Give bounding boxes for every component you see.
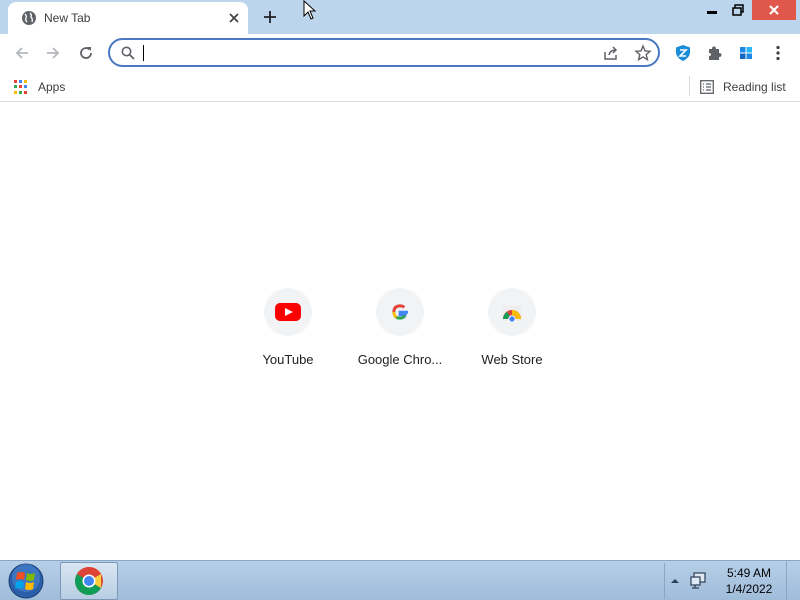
search-icon	[121, 46, 135, 60]
forward-arrow-icon	[47, 47, 60, 59]
mouse-cursor-icon	[303, 0, 317, 20]
shortcut-icon-tile	[264, 288, 312, 336]
extensions-button[interactable]	[702, 41, 726, 65]
share-icon[interactable]	[602, 44, 620, 62]
puzzle-icon	[709, 46, 722, 60]
reading-list-label: Reading list	[723, 80, 786, 94]
more-vertical-icon	[776, 45, 780, 61]
globe-icon	[22, 11, 36, 25]
minimize-button[interactable]	[700, 0, 724, 20]
tab-title: New Tab	[44, 11, 91, 25]
extension-shield-button[interactable]	[671, 41, 695, 65]
chrome-web-store-icon	[502, 306, 522, 322]
back-button[interactable]	[9, 40, 35, 66]
taskbar-clock[interactable]: 5:49 AM 1/4/2022	[714, 565, 784, 597]
window-close-button[interactable]	[752, 0, 796, 20]
tab-new-tab[interactable]: New Tab	[8, 2, 248, 34]
reload-icon	[80, 47, 92, 59]
tab-close-button[interactable]	[224, 8, 244, 28]
shortcut-google-chrome[interactable]: Google Chro...	[344, 288, 456, 378]
shortcut-web-store[interactable]: Web Store	[456, 288, 568, 378]
restore-button[interactable]	[726, 0, 750, 20]
shield-extension-icon	[676, 45, 690, 61]
chrome-icon	[75, 567, 103, 595]
address-input[interactable]	[142, 43, 592, 62]
browser-toolbar	[0, 34, 800, 72]
google-g-icon	[392, 304, 408, 320]
back-arrow-icon	[15, 47, 28, 59]
taskbar: 5:49 AM 1/4/2022	[0, 560, 800, 600]
minimize-icon	[707, 11, 717, 14]
shortcut-youtube[interactable]: YouTube	[232, 288, 344, 378]
show-desktop-button[interactable]	[786, 561, 800, 600]
shortcut-icon-tile	[488, 288, 536, 336]
windows-extension-button[interactable]	[734, 41, 758, 65]
apps-label: Apps	[38, 80, 66, 94]
text-caret	[143, 45, 144, 61]
close-icon	[229, 13, 239, 23]
forward-button[interactable]	[40, 40, 66, 66]
address-bar[interactable]	[108, 38, 660, 67]
bookmark-star-icon[interactable]	[634, 44, 652, 62]
reload-button[interactable]	[73, 40, 99, 66]
plus-icon	[264, 11, 276, 23]
shortcut-label: YouTube	[262, 352, 314, 367]
clock-time: 5:49 AM	[726, 566, 772, 580]
shortcut-icon-tile	[376, 288, 424, 336]
new-tab-button[interactable]	[258, 5, 282, 29]
start-button-windows-logo-icon[interactable]	[6, 562, 46, 600]
tray-divider	[664, 563, 665, 599]
reading-list-button[interactable]: Reading list	[700, 77, 786, 97]
bookmarks-bar: Apps Reading list	[0, 72, 800, 102]
close-icon	[769, 5, 779, 15]
shortcut-label: Google Chro...	[357, 352, 443, 367]
bookmarks-separator	[689, 76, 690, 96]
network-icon[interactable]	[690, 571, 708, 589]
apps-grid-icon	[14, 80, 28, 94]
clock-date: 1/4/2022	[725, 582, 773, 596]
tab-strip: New Tab	[0, 0, 800, 34]
shortcut-label: Web Store	[481, 352, 543, 367]
apps-bookmark[interactable]: Apps	[14, 77, 65, 97]
menu-button[interactable]	[766, 41, 790, 65]
restore-icon	[732, 4, 744, 16]
show-hidden-icons-icon[interactable]	[668, 574, 682, 588]
youtube-icon	[275, 303, 301, 321]
reading-list-icon	[700, 80, 714, 94]
windows-logo-icon	[740, 47, 752, 59]
taskbar-chrome-button[interactable]	[60, 562, 118, 600]
